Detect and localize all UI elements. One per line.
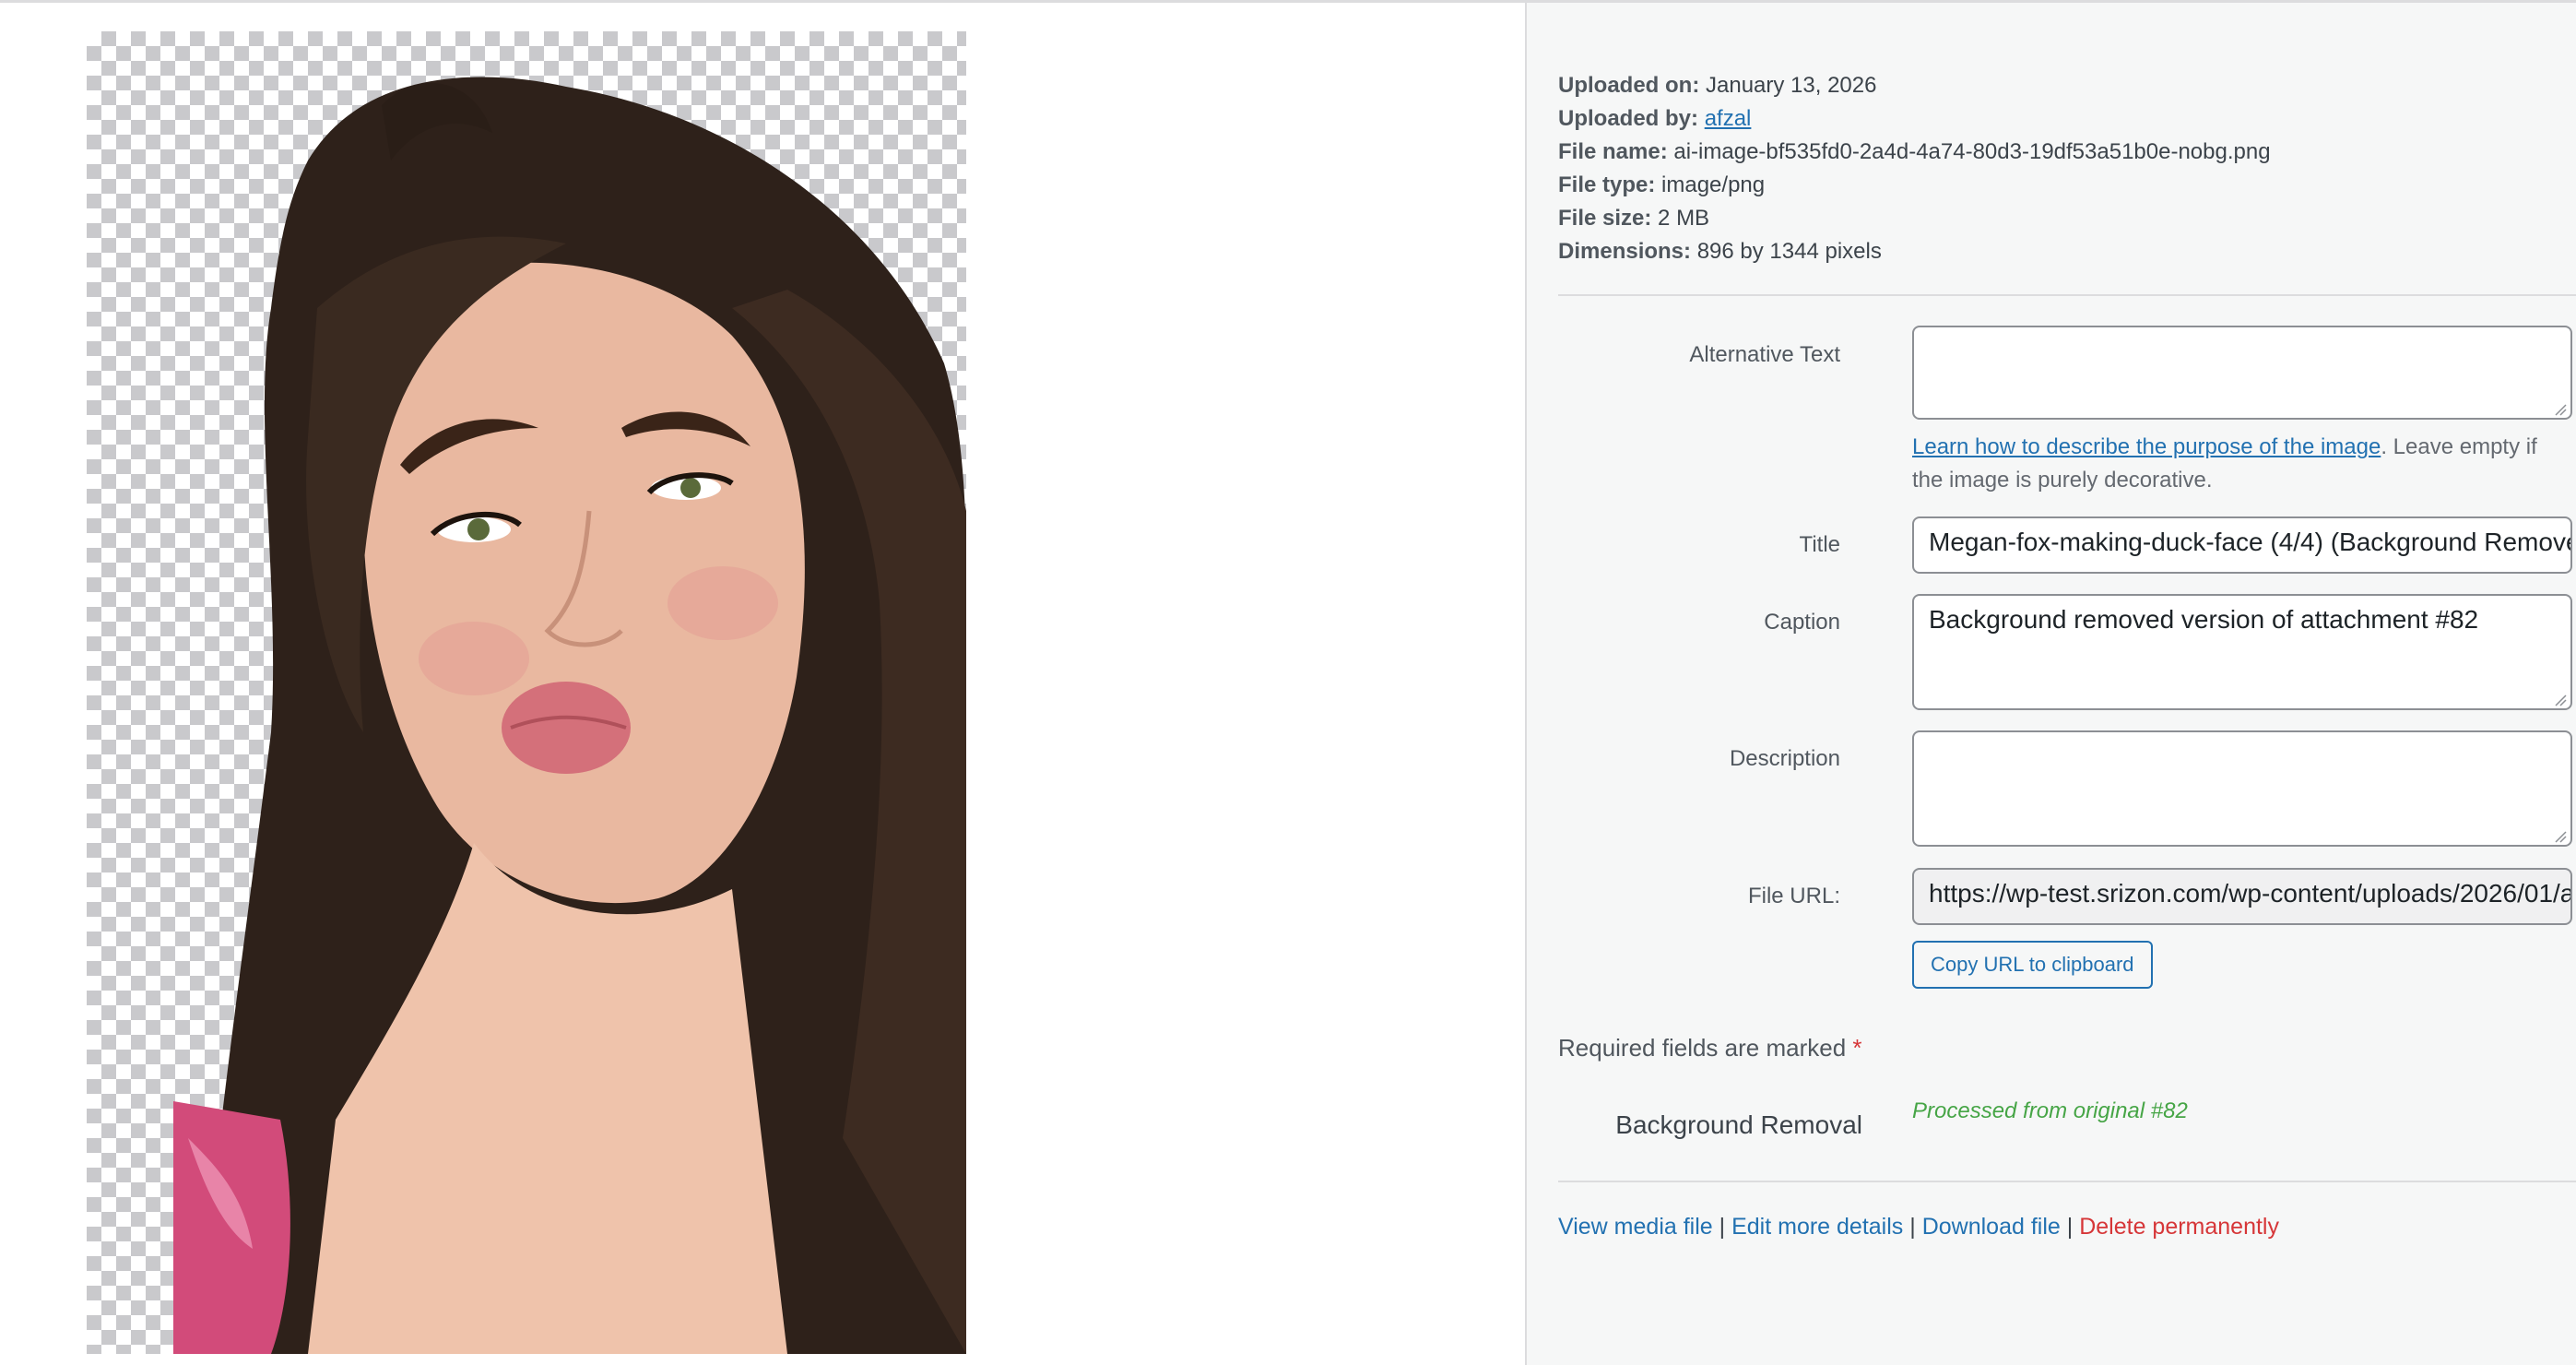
file-type-value: image/png [1661, 172, 1766, 197]
uploaded-on-row: Uploaded on: January 13, 2026 [1558, 69, 2271, 102]
dimensions-label: Dimensions: [1558, 239, 1692, 264]
alt-text-label: Alternative Text [1689, 342, 1840, 367]
title-input[interactable]: Megan-fox-making-duck-face (4/4) (Backgr… [1912, 516, 2572, 574]
dimensions-row: Dimensions: 896 by 1344 pixels [1558, 235, 2271, 268]
divider [1558, 1181, 2576, 1182]
dimensions-value: 896 by 1344 pixels [1696, 239, 1882, 264]
attachment-actions: View media file | Edit more details | Do… [1558, 1214, 2279, 1240]
required-star: * [1852, 1034, 1862, 1062]
background-removal-label: Background Removal [1615, 1110, 1862, 1139]
file-type-label: File type: [1558, 172, 1656, 197]
alt-text-help-link[interactable]: Learn how to describe the purpose of the… [1912, 434, 2381, 459]
background-removal-status: Processed from original #82 [1912, 1098, 2188, 1123]
required-fields-note: Required fields are marked * [1558, 1034, 1862, 1062]
alt-text-textarea[interactable] [1912, 326, 2572, 420]
attachment-image[interactable] [87, 31, 966, 1354]
file-url-input[interactable]: https://wp-test.srizon.com/wp-content/up… [1912, 868, 2572, 925]
resize-handle-icon[interactable] [2554, 694, 2567, 706]
file-name-value: ai-image-bf535fd0-2a4d-4a74-80d3-19df53a… [1673, 139, 2271, 164]
attachment-preview [0, 3, 1525, 1365]
description-textarea[interactable] [1912, 730, 2572, 847]
resize-handle-icon[interactable] [2554, 403, 2567, 416]
title-label: Title [1799, 532, 1840, 557]
required-fields-text: Required fields are marked [1558, 1034, 1847, 1062]
description-label: Description [1729, 746, 1840, 771]
file-details: Uploaded on: January 13, 2026 Uploaded b… [1558, 69, 2271, 268]
caption-label: Caption [1764, 610, 1840, 635]
divider [1558, 294, 2576, 296]
separator: | [2066, 1214, 2074, 1240]
uploaded-by-link[interactable]: afzal [1705, 106, 1752, 131]
alt-text-help: Learn how to describe the purpose of the… [1912, 431, 2572, 497]
uploaded-by-label: Uploaded by: [1558, 106, 1699, 131]
caption-textarea[interactable]: Background removed version of attachment… [1912, 594, 2572, 710]
separator: | [1909, 1214, 1916, 1240]
view-media-file-link[interactable]: View media file [1558, 1214, 1713, 1240]
file-name-label: File name: [1558, 139, 1668, 164]
file-size-label: File size: [1558, 206, 1652, 231]
file-name-row: File name: ai-image-bf535fd0-2a4d-4a74-8… [1558, 136, 2271, 169]
delete-permanently-link[interactable]: Delete permanently [2079, 1214, 2279, 1240]
portrait-image [173, 77, 966, 1354]
copy-url-button[interactable]: Copy URL to clipboard [1912, 941, 2153, 989]
separator: | [1719, 1214, 1726, 1240]
uploaded-on-label: Uploaded on: [1558, 73, 1700, 98]
file-size-value: 2 MB [1658, 206, 1710, 231]
download-file-link[interactable]: Download file [1922, 1214, 2061, 1240]
resize-handle-icon[interactable] [2554, 830, 2567, 843]
file-type-row: File type: image/png [1558, 169, 2271, 202]
uploaded-on-value: January 13, 2026 [1706, 73, 1877, 98]
file-url-label: File URL: [1747, 884, 1840, 908]
file-size-row: File size: 2 MB [1558, 202, 2271, 235]
uploaded-by-row: Uploaded by: afzal [1558, 102, 2271, 136]
edit-more-details-link[interactable]: Edit more details [1731, 1214, 1903, 1240]
attachment-details-panel: Uploaded on: January 13, 2026 Uploaded b… [1525, 3, 2576, 1365]
